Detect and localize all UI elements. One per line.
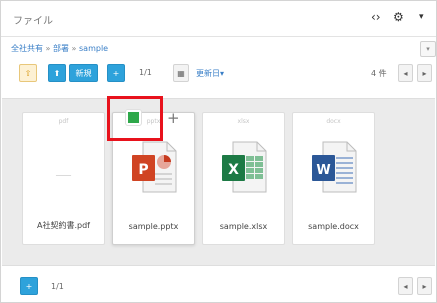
folder-up-button[interactable]: ⇧ (19, 64, 37, 82)
file-extension: pdf (58, 118, 69, 125)
file-name[interactable]: sample.docx (293, 222, 374, 231)
footer-add-button[interactable]: + (20, 277, 38, 295)
toolbar: ⇧ ⬆ 新規 + 1/1 ▦ 更新日▾ 4 件 ◂ ▸ (1, 61, 436, 87)
file-card[interactable]: docx W sample.docx (292, 112, 375, 245)
page-indicator: 1/1 (139, 68, 152, 77)
breadcrumb-item-dept[interactable]: 部署 (53, 44, 69, 53)
gear-icon[interactable]: ⚙ (393, 10, 404, 24)
svg-text:P: P (138, 162, 148, 178)
file-card[interactable]: xlsx X sample.xlsx (202, 112, 285, 245)
chevron-right-icon: ▸ (422, 69, 427, 78)
file-name[interactable]: sample.pptx (113, 222, 194, 231)
word-icon: W (312, 141, 357, 193)
prev-page-button[interactable]: ◂ (398, 64, 413, 82)
folder-icon: ⇧ (24, 69, 32, 78)
file-card[interactable]: pptx P sample.pptx (112, 112, 195, 245)
upload-button[interactable]: ⬆ (48, 64, 66, 82)
grid-view-button[interactable]: ▦ (173, 64, 189, 82)
select-checkbox[interactable] (126, 110, 141, 125)
file-grid: pdf ───── A社契約書.pdf pptx P sample.pptx x… (2, 98, 435, 266)
item-count: 4 件 (371, 69, 387, 78)
chevron-left-icon: ◂ (403, 282, 408, 291)
breadcrumb-separator: » (45, 44, 51, 53)
chevron-down-icon[interactable]: ▾ (419, 10, 424, 24)
footer-prev-page-button[interactable]: ◂ (398, 277, 413, 295)
excel-icon: X (222, 141, 267, 193)
file-name[interactable]: sample.xlsx (203, 222, 284, 231)
collapse-toggle-button[interactable]: ▾ (420, 41, 436, 57)
add-button[interactable]: + (107, 64, 125, 82)
panel-footer: + 1/1 ◂ ▸ (1, 271, 436, 301)
plus-icon: + (25, 282, 33, 291)
panel-title: ファイル (13, 16, 53, 27)
file-panel: ファイル ‹› ⚙ ▾ 全社共有 » 部署 » sample ▾ ⇧ ⬆ 新規 … (0, 0, 437, 303)
file-extension: xlsx (237, 118, 250, 125)
svg-text:W: W (316, 163, 330, 178)
file-card[interactable]: pdf ───── A社契約書.pdf (22, 112, 105, 245)
file-name[interactable]: A社契約書.pdf (23, 220, 104, 231)
plus-icon: + (112, 69, 120, 78)
chevron-right-icon: ▸ (422, 282, 427, 291)
footer-next-page-button[interactable]: ▸ (417, 277, 432, 295)
svg-text:X: X (228, 162, 239, 178)
sort-dropdown[interactable]: 更新日▾ (196, 68, 224, 79)
grid-icon: ▦ (177, 69, 185, 78)
breadcrumb: 全社共有 » 部署 » sample (11, 43, 108, 54)
powerpoint-icon: P (132, 141, 177, 193)
breadcrumb-item-root[interactable]: 全社共有 (11, 44, 43, 53)
add-icon[interactable]: + (167, 111, 180, 126)
breadcrumb-item-current[interactable]: sample (79, 44, 108, 53)
file-extension: docx (326, 118, 341, 125)
footer-page-indicator: 1/1 (51, 282, 64, 291)
breadcrumb-separator: » (71, 44, 77, 53)
panel-header: ファイル ‹› ⚙ ▾ (1, 1, 436, 37)
code-icon[interactable]: ‹› (371, 10, 381, 24)
upload-icon: ⬆ (53, 69, 61, 78)
chevron-left-icon: ◂ (403, 69, 408, 78)
next-page-button[interactable]: ▸ (417, 64, 432, 82)
new-button[interactable]: 新規 (69, 64, 98, 82)
pdf-thumbnail: ───── (55, 173, 72, 179)
